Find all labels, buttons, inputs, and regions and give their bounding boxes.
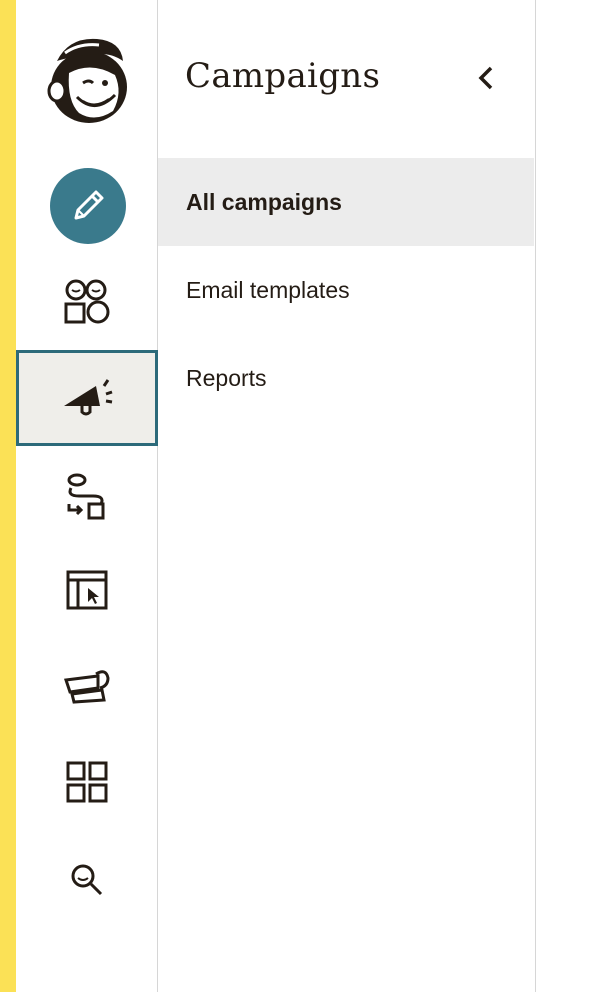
- audience-icon: [64, 279, 110, 324]
- nav-audience[interactable]: [16, 272, 158, 332]
- icon-rail: [16, 0, 158, 992]
- nav-website[interactable]: [16, 560, 158, 620]
- content-studio-icon: [63, 670, 110, 704]
- nav-search[interactable]: [16, 850, 158, 910]
- search-icon: [71, 864, 103, 896]
- nav-integrations[interactable]: [16, 752, 158, 812]
- create-button[interactable]: [50, 168, 126, 244]
- pencil-icon: [74, 190, 104, 220]
- nav-content[interactable]: [16, 656, 158, 716]
- brand-accent-strip: [0, 0, 16, 992]
- menu-item-email-templates[interactable]: Email templates: [158, 246, 534, 334]
- nav-campaigns[interactable]: [16, 350, 158, 446]
- collapse-panel-button[interactable]: [468, 58, 504, 98]
- integrations-grid-icon: [66, 761, 108, 803]
- automation-flow-icon: [67, 473, 105, 520]
- freddie-logo-icon: [47, 38, 127, 123]
- chevron-left-icon: [478, 66, 493, 90]
- campaigns-panel: Campaigns All campaigns Email templates …: [158, 0, 536, 992]
- megaphone-icon: [64, 379, 113, 416]
- nav-automations[interactable]: [16, 466, 158, 526]
- website-cursor-icon: [66, 570, 108, 610]
- panel-title: Campaigns: [185, 56, 381, 96]
- menu-item-reports[interactable]: Reports: [158, 334, 534, 422]
- freddie-logo[interactable]: [16, 30, 158, 128]
- menu-item-all-campaigns[interactable]: All campaigns: [158, 158, 534, 246]
